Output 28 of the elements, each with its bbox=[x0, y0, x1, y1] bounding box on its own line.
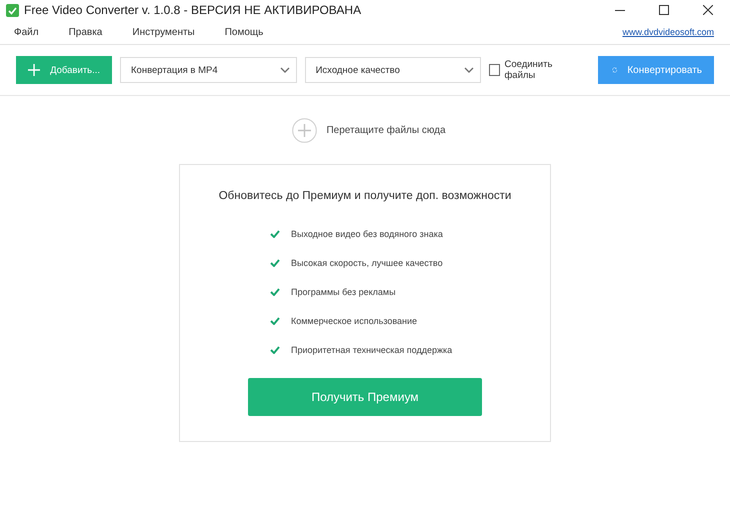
close-icon[interactable] bbox=[703, 5, 713, 15]
app-icon bbox=[6, 4, 19, 16]
maximize-icon[interactable] bbox=[659, 5, 669, 15]
feature-text: Высокая скорость, лучшее качество bbox=[291, 258, 443, 268]
plus-icon bbox=[28, 63, 40, 77]
feature-text: Приоритетная техническая поддержка bbox=[291, 344, 452, 354]
premium-heading: Обновитесь до Премиум и получите доп. возможности bbox=[218, 190, 512, 202]
drop-hint: Перетащите файлы сюда bbox=[326, 124, 446, 136]
window-title: Free Video Converter v. 1.0.8 - ВЕРСИЯ НЕ АКТИВИРОВАНА bbox=[24, 3, 362, 17]
checkbox[interactable] bbox=[489, 64, 500, 76]
feature-text: Выходное видео без водяного знака bbox=[291, 228, 443, 238]
check-icon bbox=[270, 288, 280, 296]
feature-text: Программы без рекламы bbox=[291, 286, 396, 296]
checkbox-label: Соединить файлы bbox=[504, 59, 554, 81]
quality-dropdown[interactable]: Исходное качество bbox=[304, 57, 482, 83]
menu-item[interactable]: Файл bbox=[14, 26, 39, 38]
menu-item[interactable]: Правка bbox=[68, 26, 102, 38]
feature-text: Коммерческое использование bbox=[291, 316, 418, 326]
check-icon bbox=[270, 230, 280, 238]
format-dropdown[interactable]: Конвертация в MP4 bbox=[120, 57, 297, 83]
website-link[interactable]: www.dvdvideosoft.com bbox=[622, 27, 714, 37]
check-icon bbox=[270, 316, 280, 324]
check-icon bbox=[270, 258, 280, 266]
chevron-down-icon bbox=[280, 67, 290, 73]
check-icon bbox=[270, 346, 280, 354]
menu-item[interactable]: Помощь bbox=[224, 26, 264, 38]
menu-item[interactable]: Инструменты bbox=[132, 26, 195, 38]
chevron-down-icon bbox=[464, 67, 474, 73]
